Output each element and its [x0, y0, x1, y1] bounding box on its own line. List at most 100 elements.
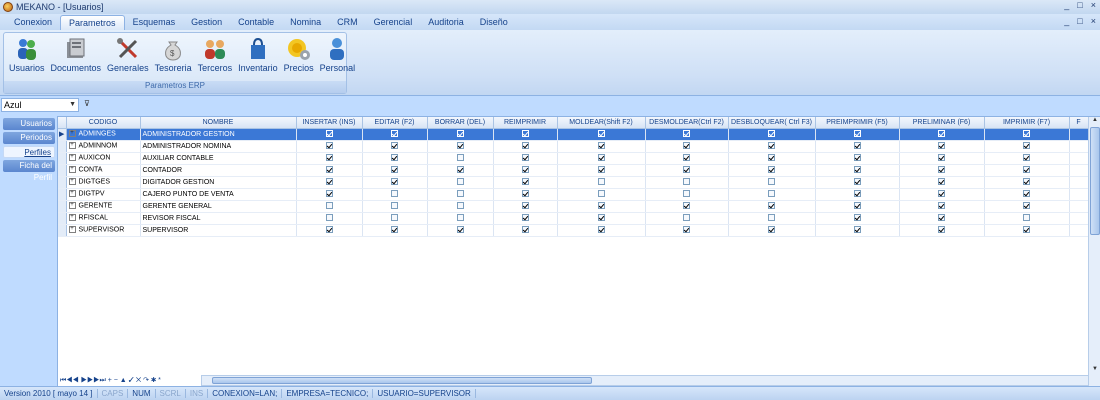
permission-checkbox[interactable]: [683, 142, 690, 150]
permission-checkbox[interactable]: [325, 130, 333, 138]
permission-checkbox[interactable]: [325, 142, 333, 150]
permission-cell[interactable]: [728, 128, 816, 141]
code-cell[interactable]: + DIGTGES: [66, 176, 141, 189]
permission-checkbox[interactable]: [853, 130, 861, 138]
record-navigator[interactable]: ⏮◀◀ ▶▶▶⏭ + − ▲ ✓ ✕ ↷ ✱ *: [58, 375, 200, 386]
permission-cell[interactable]: [984, 128, 1070, 141]
permission-checkbox[interactable]: [853, 202, 861, 210]
nav-item-periodos[interactable]: Periodos: [3, 132, 55, 144]
permission-checkbox[interactable]: [521, 226, 529, 234]
permission-cell[interactable]: [899, 176, 985, 189]
permission-checkbox[interactable]: [325, 226, 333, 234]
tab-esquemas[interactable]: Esquemas: [125, 15, 184, 30]
permission-cell[interactable]: [493, 164, 558, 177]
permission-cell[interactable]: [645, 200, 729, 213]
permission-checkbox[interactable]: [325, 178, 333, 186]
tab-gestion[interactable]: Gestion: [183, 15, 230, 30]
permission-checkbox[interactable]: [938, 190, 945, 198]
permission-checkbox[interactable]: [938, 214, 945, 222]
expand-icon[interactable]: +: [68, 226, 76, 234]
permission-checkbox[interactable]: [521, 190, 529, 198]
permission-cell[interactable]: [728, 188, 816, 201]
permission-cell[interactable]: [296, 200, 363, 213]
tab-nomina[interactable]: Nomina: [282, 15, 329, 30]
table-row[interactable]: + RFISCAL REVISOR FISCAL: [58, 212, 1089, 225]
permission-cell[interactable]: [645, 224, 729, 237]
code-cell[interactable]: + DIGTPV: [66, 188, 141, 201]
permission-checkbox[interactable]: [938, 226, 945, 234]
permission-cell[interactable]: [899, 164, 985, 177]
permission-cell[interactable]: [728, 212, 816, 225]
nav-item-perfiles[interactable]: Perfiles: [3, 146, 55, 158]
permission-checkbox[interactable]: [768, 190, 775, 198]
permission-cell[interactable]: [557, 188, 646, 201]
permission-cell[interactable]: [645, 212, 729, 225]
permission-cell[interactable]: [645, 176, 729, 189]
close-icon[interactable]: ×: [1091, 0, 1096, 10]
table-row[interactable]: ▶ + ADMINGES ADMINISTRADOR GESTION: [58, 128, 1089, 141]
permission-checkbox[interactable]: [768, 202, 775, 210]
permission-checkbox[interactable]: [768, 214, 775, 222]
permission-checkbox[interactable]: [683, 178, 690, 186]
permission-cell[interactable]: [362, 152, 428, 165]
permission-checkbox[interactable]: [391, 166, 398, 174]
permission-checkbox[interactable]: [521, 142, 529, 150]
permission-checkbox[interactable]: [456, 190, 464, 198]
permission-cell[interactable]: [296, 188, 363, 201]
table-row[interactable]: + CONTA CONTADOR: [58, 164, 1089, 177]
column-header[interactable]: MOLDEAR(Shift F2): [557, 117, 646, 129]
permission-checkbox[interactable]: [853, 178, 861, 186]
name-cell[interactable]: ADMINISTRADOR GESTION: [140, 128, 297, 141]
permission-checkbox[interactable]: [853, 142, 861, 150]
permission-checkbox[interactable]: [521, 130, 529, 138]
permission-checkbox[interactable]: [683, 190, 690, 198]
permission-checkbox[interactable]: [325, 202, 333, 210]
permission-cell[interactable]: [984, 224, 1070, 237]
permission-cell[interactable]: [728, 200, 816, 213]
permission-cell[interactable]: [984, 188, 1070, 201]
permission-checkbox[interactable]: [456, 154, 464, 162]
permission-cell[interactable]: [815, 152, 900, 165]
permission-cell[interactable]: [899, 224, 985, 237]
permission-checkbox[interactable]: [521, 214, 529, 222]
permission-checkbox[interactable]: [597, 154, 605, 162]
code-cell[interactable]: + RFISCAL: [66, 212, 141, 225]
name-cell[interactable]: DIGITADOR GESTION: [140, 176, 297, 189]
column-header[interactable]: EDITAR (F2): [362, 117, 428, 129]
chevron-down-icon[interactable]: ▼: [69, 99, 76, 111]
permission-cell[interactable]: [899, 152, 985, 165]
expand-icon[interactable]: +: [68, 130, 76, 138]
permission-cell[interactable]: [728, 140, 816, 153]
permission-cell[interactable]: [728, 152, 816, 165]
expand-icon[interactable]: +: [68, 214, 76, 222]
table-row[interactable]: + GERENTE GERENTE GENERAL: [58, 200, 1089, 213]
tab-conexion[interactable]: Conexion: [6, 15, 60, 30]
permission-checkbox[interactable]: [597, 130, 605, 138]
permission-cell[interactable]: [362, 164, 428, 177]
permission-checkbox[interactable]: [938, 178, 945, 186]
precios-button[interactable]: Precios: [281, 35, 317, 73]
tab-crm[interactable]: CRM: [329, 15, 366, 30]
permission-checkbox[interactable]: [1023, 226, 1030, 234]
column-header[interactable]: DESBLOQUEAR( Ctrl F3): [728, 117, 816, 129]
permission-checkbox[interactable]: [1023, 130, 1030, 138]
theme-select[interactable]: Azul ▼: [1, 98, 79, 112]
name-cell[interactable]: ADMINISTRADOR NOMINA: [140, 140, 297, 153]
permission-checkbox[interactable]: [521, 178, 529, 186]
permission-checkbox[interactable]: [1023, 166, 1030, 174]
permission-checkbox[interactable]: [456, 202, 464, 210]
permission-checkbox[interactable]: [391, 190, 398, 198]
permission-cell[interactable]: [296, 152, 363, 165]
permission-cell[interactable]: [427, 164, 494, 177]
column-header[interactable]: REIMPRIMIR: [493, 117, 558, 129]
permission-cell[interactable]: [296, 128, 363, 141]
name-cell[interactable]: SUPERVISOR: [140, 224, 297, 237]
permission-checkbox[interactable]: [768, 166, 775, 174]
permission-checkbox[interactable]: [938, 166, 945, 174]
maximize-icon[interactable]: □: [1077, 0, 1082, 10]
permission-cell[interactable]: [296, 164, 363, 177]
permission-checkbox[interactable]: [1023, 154, 1030, 162]
table-row[interactable]: + ADMINNOM ADMINISTRADOR NOMINA: [58, 140, 1089, 153]
minimize-icon[interactable]: _: [1064, 0, 1069, 10]
permission-cell[interactable]: [296, 140, 363, 153]
